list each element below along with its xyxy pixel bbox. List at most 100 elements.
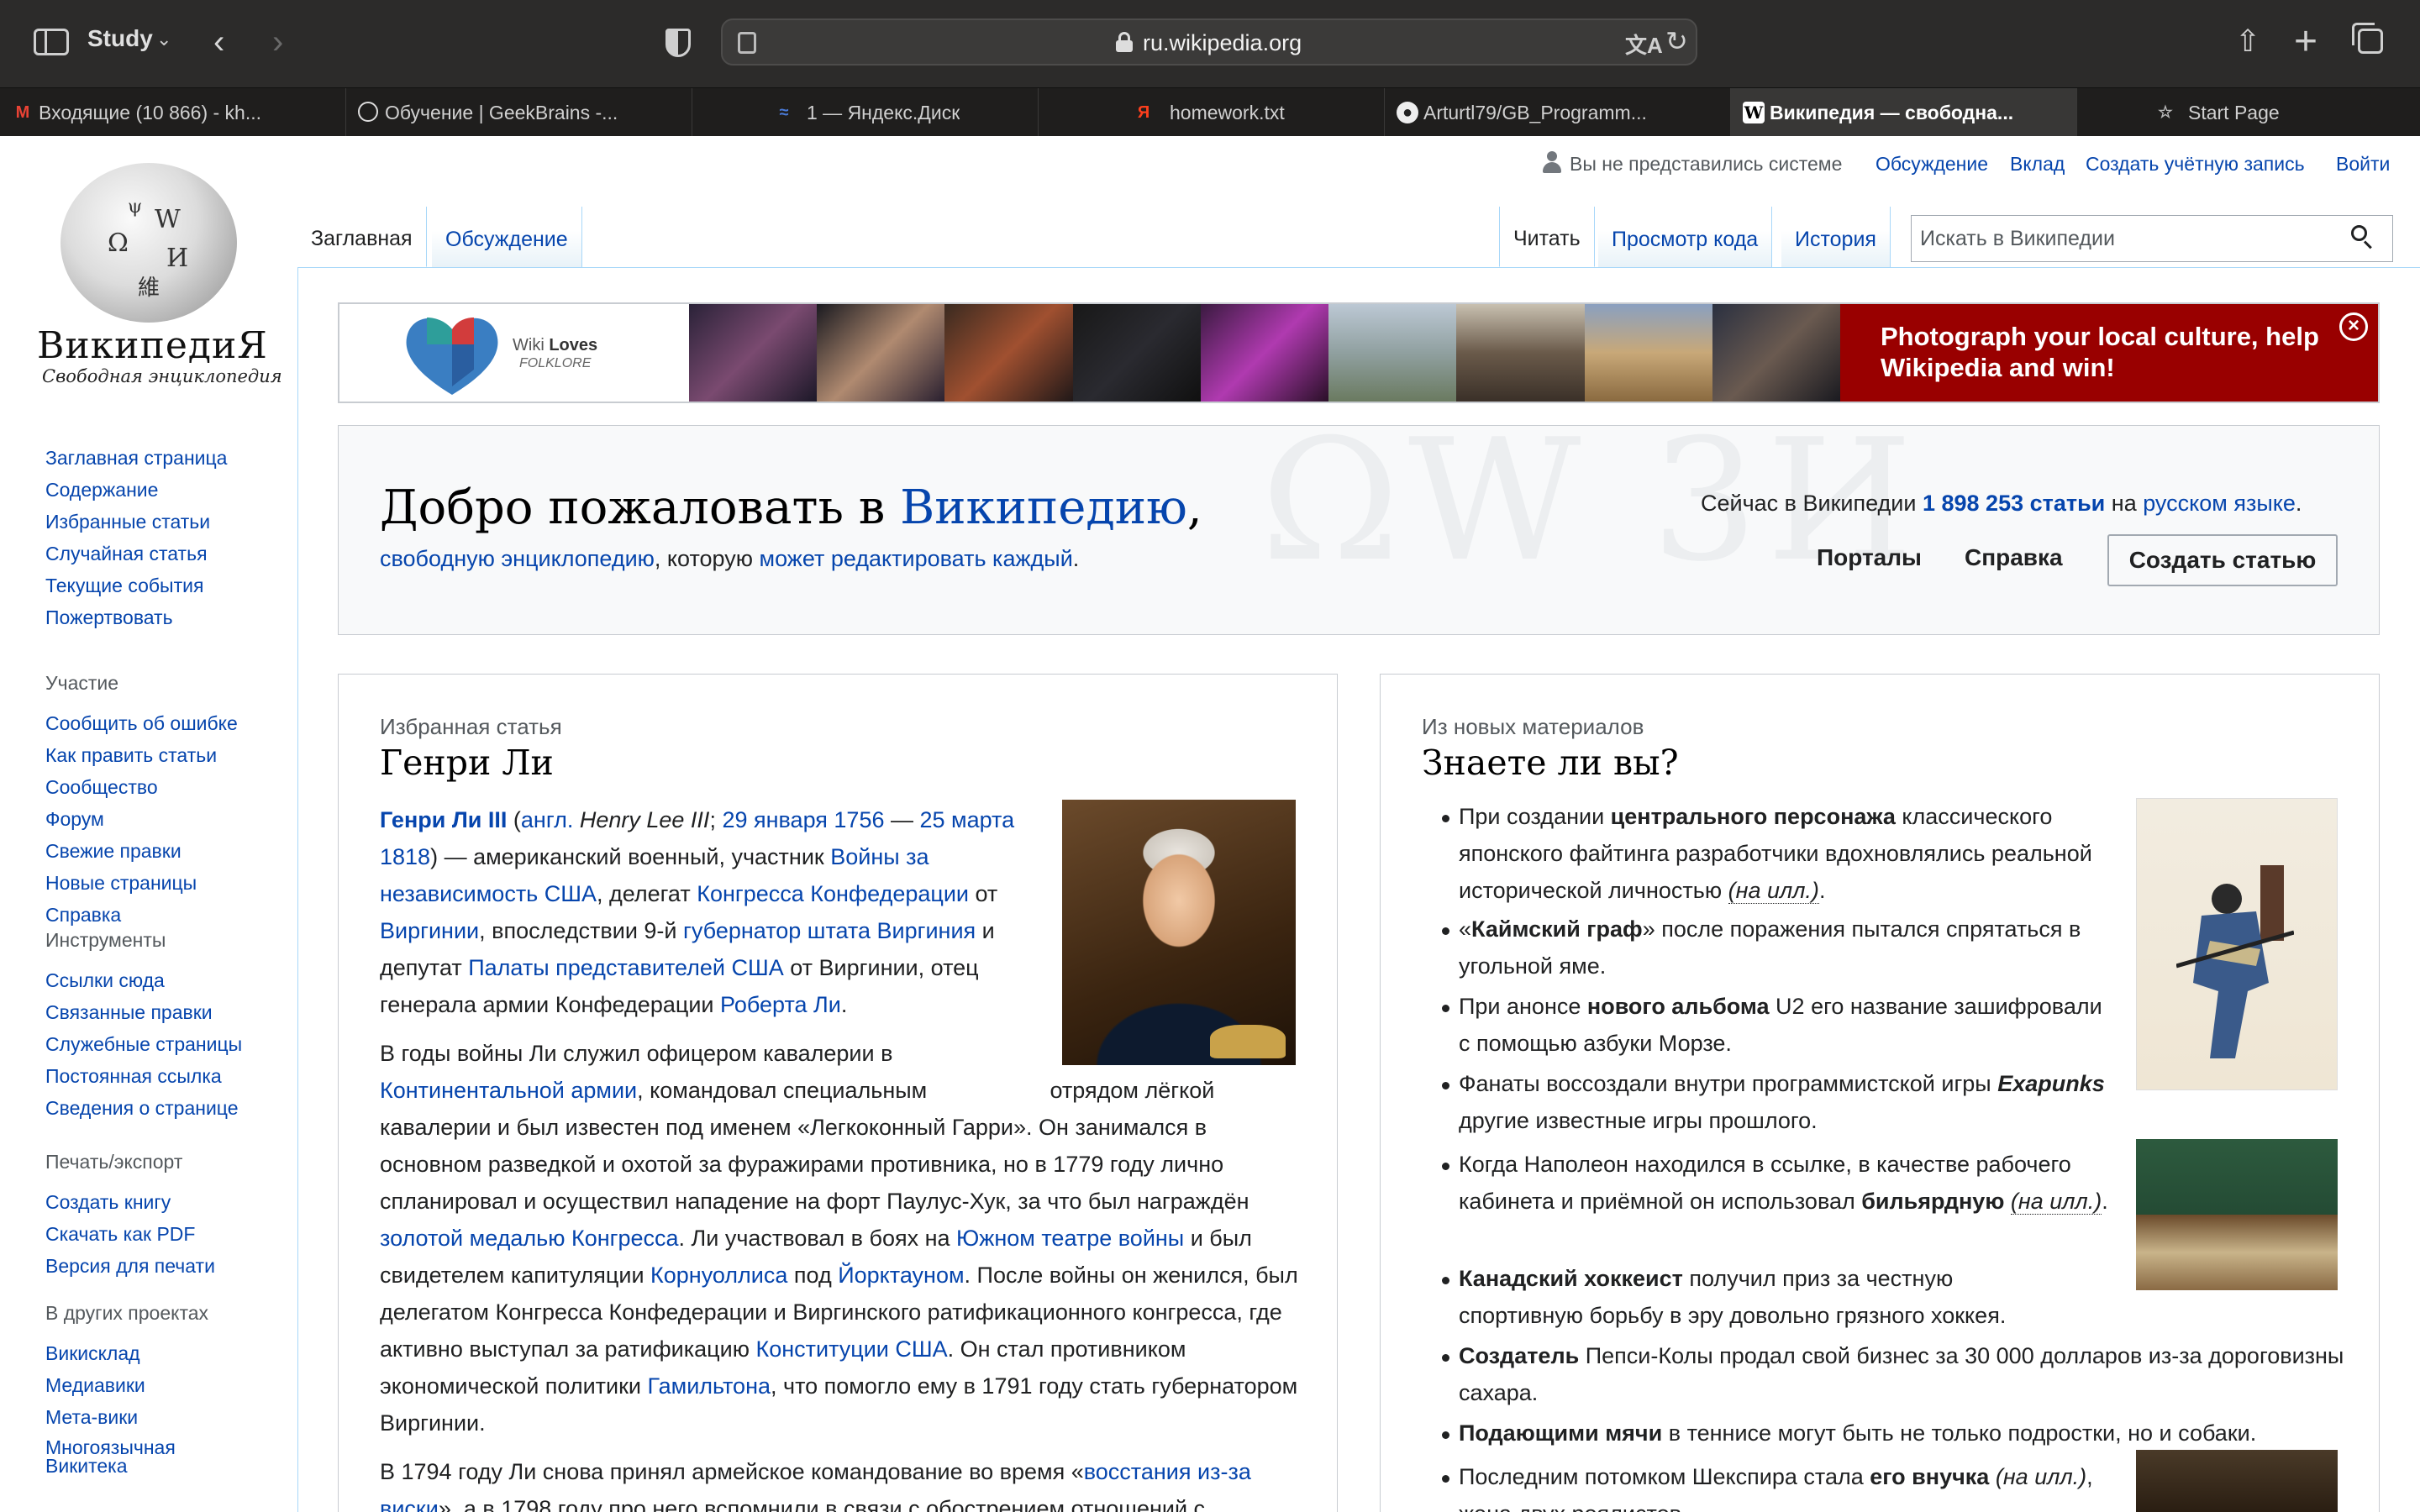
robert-lee-link[interactable]: Роберта Ли <box>720 992 841 1017</box>
tab-geekbrains[interactable]: Обучение | GeekBrains -... <box>346 88 692 137</box>
create-account-link[interactable]: Создать учётную запись <box>2086 153 2305 176</box>
tab-overview-icon[interactable] <box>2352 23 2383 54</box>
dyk-link[interactable]: Создатель <box>1459 1343 1579 1368</box>
anyone-can-edit-link[interactable]: может редактировать каждый <box>760 546 1073 571</box>
close-icon[interactable]: × <box>2339 312 2368 341</box>
dyk-link[interactable]: Каймский граф <box>1471 916 1643 942</box>
tab-wikipedia[interactable]: W Википедия — свободна... <box>1731 88 2077 137</box>
sidebar-link-tools-2[interactable]: Служебные страницы <box>45 1033 242 1056</box>
dyk-link[interactable]: разработчики <box>1676 841 1818 866</box>
contributions-link[interactable]: Вклад <box>2010 153 2065 176</box>
sidebar-link-print-1[interactable]: Скачать как PDF <box>45 1223 195 1246</box>
dyk-link[interactable]: азбуки Морзе <box>1583 1031 1725 1056</box>
tab-group-label[interactable]: Study <box>87 25 153 52</box>
tab-read[interactable]: Читать <box>1499 207 1595 267</box>
reader-mode-icon[interactable] <box>738 32 756 54</box>
help-button[interactable]: Справка <box>1965 544 2063 571</box>
congress-confederation-link[interactable]: Конгресса Конфедерации <box>697 881 969 906</box>
sidebar-link-participation-4[interactable]: Свежие правки <box>45 840 182 863</box>
banner-cta-text[interactable]: Photograph your local culture, help Wiki… <box>1881 321 2351 383</box>
wikipedia-wordmark[interactable]: ВикипедиЯ <box>37 324 268 367</box>
virginia-link[interactable]: Виргинии <box>380 918 479 943</box>
dyk-link[interactable]: Exapunks <box>1997 1071 2105 1096</box>
search-input[interactable] <box>1912 216 2392 261</box>
sidebar-link-main-3[interactable]: Случайная статья <box>45 543 208 565</box>
sidebar-link-main-0[interactable]: Заглавная страница <box>45 447 227 470</box>
dyk-link[interactable]: бильярдную <box>1861 1189 2004 1214</box>
chevron-down-icon[interactable]: ⌄ <box>156 29 171 50</box>
continental-army-link[interactable]: Континентальной армии <box>380 1078 637 1103</box>
sidebar-link-tools-0[interactable]: Ссылки сюда <box>45 969 165 992</box>
login-link[interactable]: Войти <box>2336 153 2390 176</box>
sidebar-link-projects-1[interactable]: Медиавики <box>45 1374 145 1397</box>
southern-theatre-link[interactable]: Южном театре войны <box>956 1226 1184 1251</box>
sidebar-link-participation-3[interactable]: Форум <box>45 808 104 831</box>
dyk-link[interactable]: сахара <box>1459 1380 1532 1405</box>
dyk-link[interactable]: Подающими мячи <box>1459 1420 1662 1446</box>
sidebar-link-participation-1[interactable]: Как править статьи <box>45 744 217 767</box>
privacy-shield-icon[interactable] <box>666 29 691 57</box>
talk-link[interactable]: Обсуждение <box>1876 153 1988 176</box>
sidebar-link-participation-0[interactable]: Сообщить об ошибке <box>45 712 238 735</box>
dyk-link[interactable]: программистской игры <box>1752 1071 1991 1096</box>
dyk-link[interactable]: его внучка <box>1870 1464 1989 1489</box>
sidebar-link-main-4[interactable]: Текущие события <box>45 575 203 597</box>
sidebar-link-participation-2[interactable]: Сообщество <box>45 776 158 799</box>
sidebar-link-projects-3[interactable]: Многоязычная Викитека <box>45 1438 213 1476</box>
hamilton-link[interactable]: Гамильтона <box>648 1373 771 1399</box>
tab-homework[interactable]: Я homework.txt <box>1039 88 1385 137</box>
whiskey-rebellion-link[interactable]: восстания из-за виски <box>380 1459 1251 1512</box>
wikipedia-link[interactable]: Википедию <box>900 480 1187 535</box>
tab-history[interactable]: История <box>1781 207 1891 267</box>
dyk-link[interactable]: известные игры <box>1535 1108 1702 1133</box>
article-count-link[interactable]: 1 898 253 статьи <box>1923 491 2105 516</box>
tab-view-source[interactable]: Просмотр кода <box>1598 207 1773 267</box>
dyk-link[interactable]: поражения <box>1730 916 1845 942</box>
dyk-link[interactable]: нового альбома <box>1587 994 1770 1019</box>
sidebar-link-participation-5[interactable]: Новые страницы <box>45 872 197 895</box>
sidebar-link-main-2[interactable]: Избранные статьи <box>45 511 210 533</box>
free-encyclopedia-link[interactable]: свободную энциклопедию <box>380 546 655 571</box>
search-icon[interactable] <box>2351 225 2373 249</box>
us-constitution-link[interactable]: Конституции США <box>755 1336 947 1362</box>
tab-discussion[interactable]: Обсуждение <box>432 207 582 267</box>
portrait-image[interactable] <box>2136 1450 2338 1512</box>
dyk-link[interactable]: Канадский хоккеист <box>1459 1266 1683 1291</box>
governor-link[interactable]: губернатор штата Виргиния <box>683 918 976 943</box>
create-article-button[interactable]: Создать статью <box>2107 534 2338 586</box>
tab-github[interactable]: ● Arturtl79/GB_Programm... <box>1385 88 1731 137</box>
reload-icon[interactable]: ↻ <box>1665 25 1688 57</box>
tab-yandex-disk[interactable]: ≈ 1 — Яндекс.Диск <box>692 88 1039 137</box>
henry-lee-link[interactable]: Генри Ли III <box>380 807 507 832</box>
sidebar-link-tools-1[interactable]: Связанные правки <box>45 1001 213 1024</box>
sidebar-link-tools-4[interactable]: Сведения о странице <box>45 1097 239 1120</box>
forward-button[interactable]: › <box>272 24 283 61</box>
back-button[interactable]: ‹ <box>213 24 224 61</box>
cornwallis-link[interactable]: Корнуоллиса <box>650 1263 787 1288</box>
house-representatives-link[interactable]: Палаты представителей США <box>468 955 783 980</box>
sidebar-link-main-1[interactable]: Содержание <box>45 479 158 501</box>
dyk-link[interactable]: Наполеон <box>1524 1152 1628 1177</box>
dyk-link[interactable]: роялистов <box>1572 1501 1681 1512</box>
english-link[interactable]: англ. <box>521 807 573 832</box>
tab-start-page[interactable]: ☆ Start Page <box>2077 88 2420 137</box>
sidebar-link-print-2[interactable]: Версия для печати <box>45 1255 215 1278</box>
sidebar-link-tools-3[interactable]: Постоянная ссылка <box>45 1065 222 1088</box>
sidebar-link-participation-6[interactable]: Справка <box>45 904 121 927</box>
dyk-link[interactable]: Шекспира <box>1692 1464 1797 1489</box>
url-text[interactable]: ru.wikipedia.org <box>1143 30 1302 56</box>
gold-medal-link[interactable]: золотой медалью Конгресса <box>380 1226 679 1251</box>
sidebar-toggle-icon[interactable] <box>34 29 69 55</box>
russian-language-link[interactable]: русском языке <box>2143 491 2296 516</box>
share-icon[interactable]: ⇧ <box>2235 24 2260 59</box>
sidebar-link-print-0[interactable]: Создать книгу <box>45 1191 171 1214</box>
sidebar-link-projects-2[interactable]: Мета-вики <box>45 1406 138 1429</box>
dyk-link[interactable]: U2 <box>1776 994 1805 1019</box>
portals-button[interactable]: Порталы <box>1817 544 1922 571</box>
search-box[interactable] <box>1911 215 2393 262</box>
dyk-link[interactable]: Пепси-Колы <box>1586 1343 1713 1368</box>
dyk-link[interactable]: центрального персонажа <box>1611 804 1896 829</box>
yorktown-link[interactable]: Йорктауном <box>838 1263 964 1288</box>
tab-main-page[interactable]: Заглавная <box>297 207 427 267</box>
sidebar-link-projects-0[interactable]: Викисклад <box>45 1342 140 1365</box>
